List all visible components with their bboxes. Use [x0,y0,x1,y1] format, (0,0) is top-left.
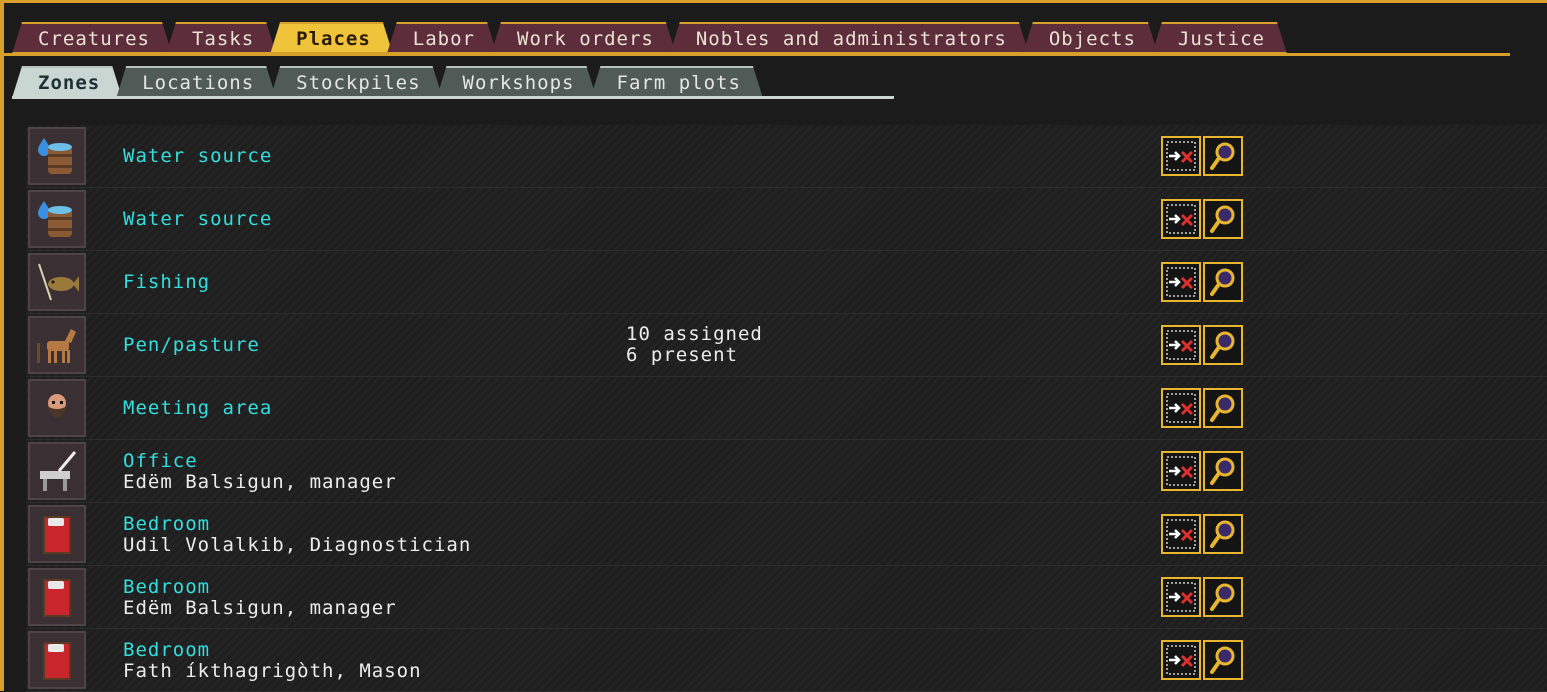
bed-icon [28,631,86,689]
remove-zone-icon [1165,266,1197,298]
zone-name[interactable]: Fishing [123,271,210,293]
main-tabs: Creatures Tasks Places Labor Work orders… [12,22,1281,54]
zone-row[interactable]: Bedroom Udil Volalkib, Diagnostician [26,503,1547,566]
subtab-farm-plots[interactable]: Farm plots [591,66,763,98]
subtab-locations[interactable]: Locations [116,66,276,98]
zone-name[interactable]: Pen/pasture [123,334,260,356]
assigned-count: 10 assigned [626,323,763,345]
zone-row[interactable]: Fishing [26,251,1547,314]
zoom-to-zone-button[interactable] [1203,388,1243,428]
water-barrel-icon [28,190,86,248]
bed-icon [28,505,86,563]
zone-row[interactable]: Pen/pasture 10 assigned 6 present [26,314,1547,377]
magnifier-icon [1207,329,1239,361]
zoom-to-zone-button[interactable] [1203,577,1243,617]
magnifier-icon [1207,392,1239,424]
remove-zone-button[interactable] [1161,262,1201,302]
remove-zone-button[interactable] [1161,199,1201,239]
subtab-workshops[interactable]: Workshops [437,66,597,98]
zone-row[interactable]: Bedroom Fath íkthagrigòth, Mason [26,629,1547,692]
tab-places[interactable]: Places [270,22,393,54]
zoom-to-zone-button[interactable] [1203,325,1243,365]
tab-tasks[interactable]: Tasks [166,22,276,54]
remove-zone-button[interactable] [1161,514,1201,554]
tab-nobles[interactable]: Nobles and administrators [670,22,1029,54]
pasture-info: 10 assigned 6 present [626,324,763,366]
remove-zone-icon [1165,392,1197,424]
tab-creatures[interactable]: Creatures [12,22,172,54]
magnifier-icon [1207,581,1239,613]
tab-justice[interactable]: Justice [1152,22,1287,54]
magnifier-icon [1207,644,1239,676]
main-tab-underline [4,53,1510,56]
tab-work-orders[interactable]: Work orders [491,22,676,54]
zoom-to-zone-button[interactable] [1203,640,1243,680]
zone-name[interactable]: Bedroom [123,576,210,598]
magnifier-icon [1207,203,1239,235]
zone-row[interactable]: Water source [26,125,1547,188]
remove-zone-button[interactable] [1161,451,1201,491]
remove-zone-button[interactable] [1161,577,1201,617]
subtab-zones[interactable]: Zones [12,66,122,98]
magnifier-icon [1207,518,1239,550]
zone-assignee: Udil Volalkib, Diagnostician [123,534,472,556]
quill-desk-icon [28,442,86,500]
zoom-to-zone-button[interactable] [1203,199,1243,239]
remove-zone-icon [1165,518,1197,550]
remove-zone-icon [1165,329,1197,361]
zone-assignee: Edëm Balsigun, manager [123,597,397,619]
zoom-to-zone-button[interactable] [1203,136,1243,176]
water-barrel-icon [28,127,86,185]
zone-assignee: Fath íkthagrigòth, Mason [123,660,422,682]
zone-name[interactable]: Bedroom [123,513,210,535]
zone-name[interactable]: Office [123,450,198,472]
subtab-stockpiles[interactable]: Stockpiles [270,66,442,98]
present-count: 6 present [626,344,738,366]
zone-row[interactable]: Meeting area [26,377,1547,440]
magnifier-icon [1207,266,1239,298]
tab-labor[interactable]: Labor [387,22,497,54]
remove-zone-icon [1165,140,1197,172]
horse-icon [28,316,86,374]
zoom-to-zone-button[interactable] [1203,514,1243,554]
zone-row[interactable]: Bedroom Edëm Balsigun, manager [26,566,1547,629]
zone-assignee: Edëm Balsigun, manager [123,471,397,493]
dwarf-face-icon [28,379,86,437]
fishing-icon [28,253,86,311]
bed-icon [28,568,86,626]
remove-zone-icon [1165,203,1197,235]
zone-name[interactable]: Water source [123,208,272,230]
remove-zone-button[interactable] [1161,640,1201,680]
remove-zone-icon [1165,644,1197,676]
remove-zone-button[interactable] [1161,325,1201,365]
zone-list: Water source Water source Fishing Pen/pa… [26,125,1547,692]
zone-row[interactable]: Water source [26,188,1547,251]
zoom-to-zone-button[interactable] [1203,451,1243,491]
sub-tab-underline [12,96,894,99]
zone-name[interactable]: Water source [123,145,272,167]
remove-zone-icon [1165,581,1197,613]
zoom-to-zone-button[interactable] [1203,262,1243,302]
magnifier-icon [1207,455,1239,487]
remove-zone-button[interactable] [1161,388,1201,428]
zone-row[interactable]: Office Edëm Balsigun, manager [26,440,1547,503]
zone-name[interactable]: Bedroom [123,639,210,661]
tab-objects[interactable]: Objects [1023,22,1158,54]
sub-tabs: Zones Locations Stockpiles Workshops Far… [12,66,757,98]
zone-name[interactable]: Meeting area [123,397,272,419]
remove-zone-button[interactable] [1161,136,1201,176]
remove-zone-icon [1165,455,1197,487]
magnifier-icon [1207,140,1239,172]
